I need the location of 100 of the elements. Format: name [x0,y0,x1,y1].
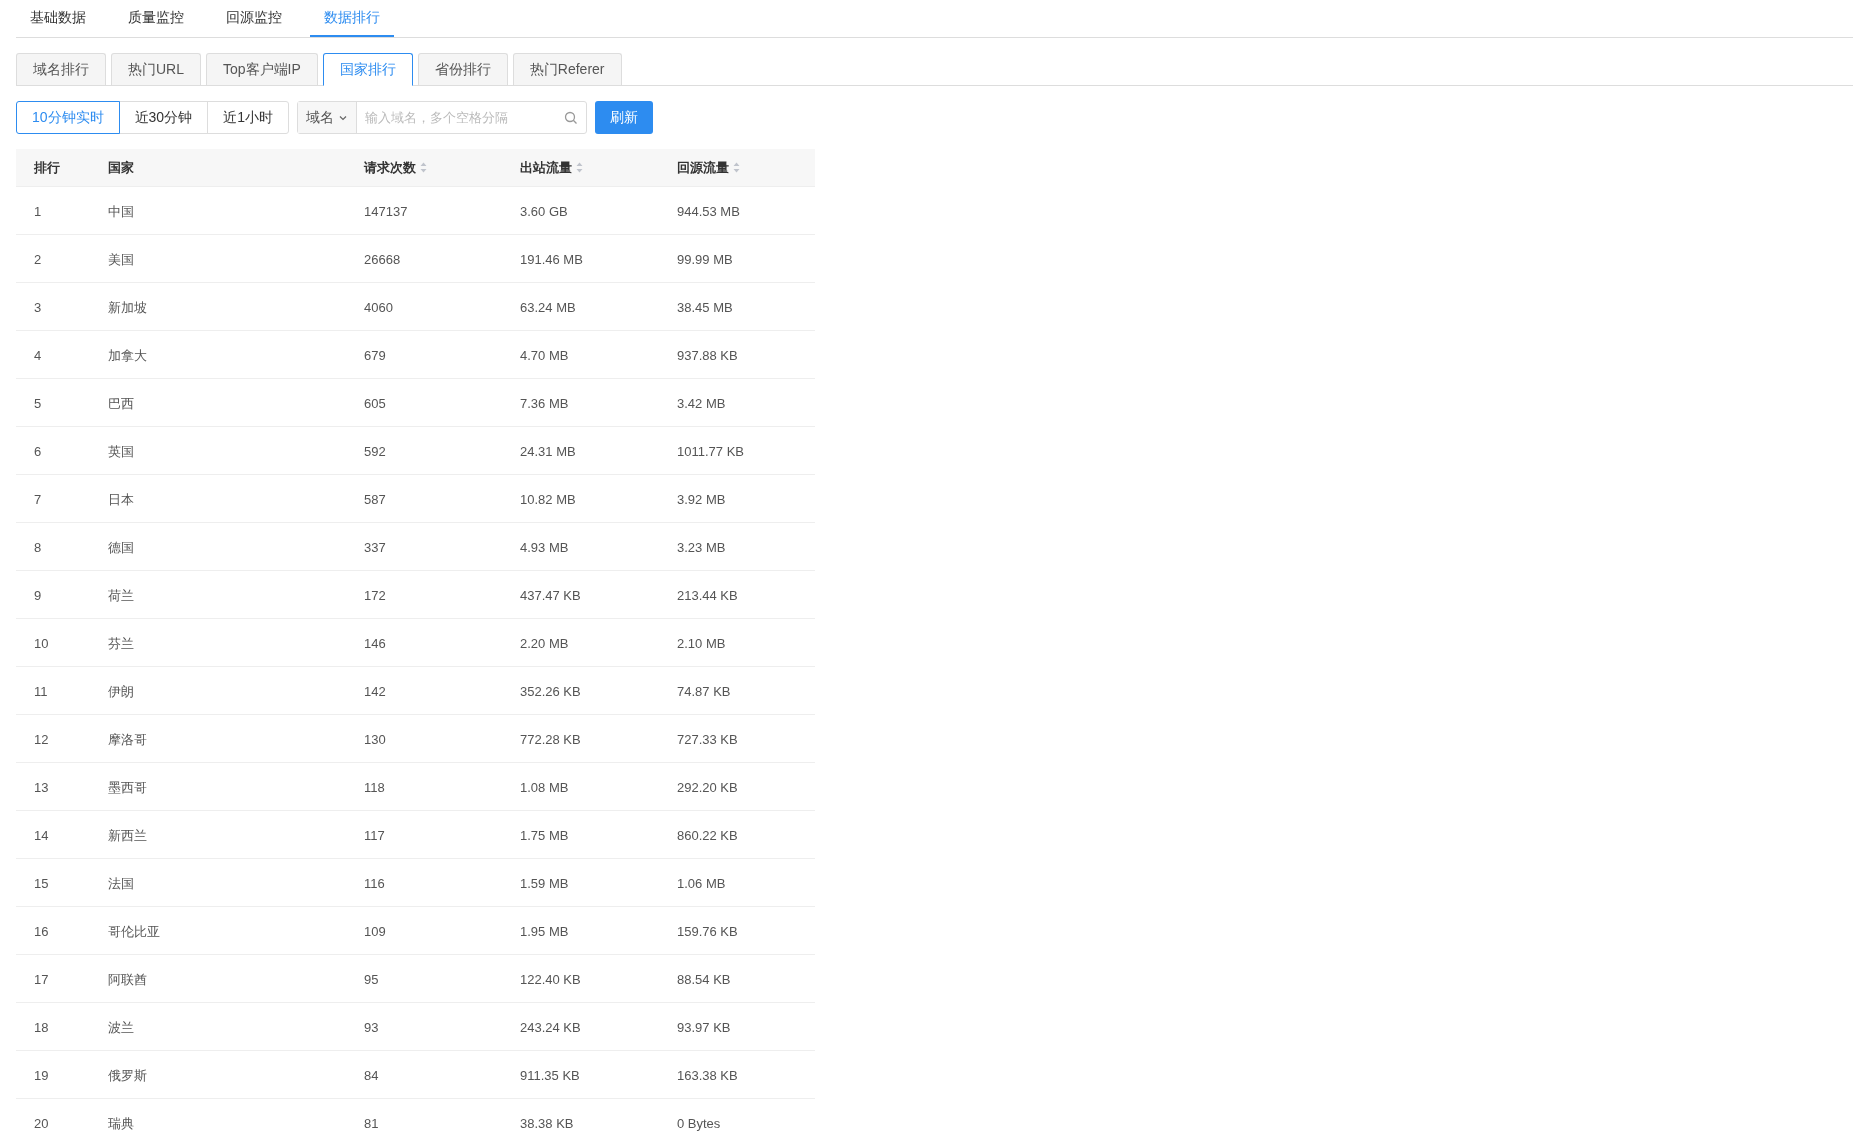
table-cell: 1.08 MB [520,779,569,795]
table-cell: 437.47 KB [520,587,581,603]
main-tab[interactable]: 回源监控 [212,0,296,37]
sort-icon[interactable] [576,162,583,173]
table-cell: 292.20 KB [677,779,738,795]
table-cell: 1.75 MB [520,827,569,843]
sub-tab[interactable]: 热门URL [111,53,201,85]
table-cell: 巴西 [108,395,134,411]
table-cell: 瑞典 [108,1115,134,1131]
table-cell: 1011.77 KB [677,443,744,459]
table-cell: 679 [364,347,386,363]
column-header[interactable]: 回源流量 [677,157,729,178]
table-cell: 937.88 KB [677,347,738,363]
table-cell: 1.95 MB [520,923,569,939]
table-cell: 荷兰 [108,587,134,603]
table-cell: 130 [364,731,386,747]
table-cell: 13 [34,779,49,795]
time-range-button[interactable]: 近30分钟 [118,101,209,134]
table-cell: 10.82 MB [520,491,576,507]
sub-tab[interactable]: 热门Referer [512,53,622,85]
filter-type-dropdown[interactable]: 域名 [297,102,357,133]
table-cell: 俄罗斯 [108,1067,147,1083]
table-cell: 3 [34,299,42,315]
table-cell: 911.35 KB [520,1067,580,1083]
table-cell: 7 [34,491,42,507]
table-cell: 99.99 MB [677,251,733,267]
table-cell: 3.92 MB [677,491,726,507]
table-cell: 18 [34,1019,49,1035]
table-cell: 美国 [108,251,134,267]
sub-tab[interactable]: 域名排行 [16,53,106,85]
table-cell: 新加坡 [108,299,147,315]
table-cell: 日本 [108,491,134,507]
table-cell: 2.20 MB [520,635,569,651]
table-cell: 118 [364,779,385,795]
table-cell: 95 [364,971,379,987]
sort-icon[interactable] [420,162,427,173]
table-cell: 0 Bytes [677,1115,721,1131]
table-cell: 4 [34,347,42,363]
column-header[interactable]: 请求次数 [364,157,416,178]
table-cell: 63.24 MB [520,299,576,315]
table-cell: 4.70 MB [520,347,569,363]
table-cell: 12 [34,731,49,747]
table-cell: 772.28 KB [520,731,581,747]
sub-tab[interactable]: 国家排行 [322,53,413,86]
sort-icon[interactable] [733,162,740,173]
table-cell: 墨西哥 [108,779,147,795]
table-cell: 1.06 MB [677,875,726,891]
table-cell: 243.24 KB [520,1019,581,1035]
time-range-button[interactable]: 近1小时 [207,101,289,134]
table-cell: 10 [34,635,49,651]
table-cell: 74.87 KB [677,683,731,699]
table-cell: 伊朗 [108,683,134,699]
table-cell: 2 [34,251,42,267]
table-cell: 587 [364,491,386,507]
table-cell: 14 [34,827,49,843]
table-cell: 26668 [364,251,401,267]
table-cell: 159.76 KB [677,923,738,939]
domain-search-field[interactable]: 域名 输入域名，多个空格分隔 [296,101,587,134]
table-cell: 147137 [364,203,408,219]
table-cell: 中国 [108,203,134,219]
time-range-button[interactable]: 10分钟实时 [16,101,120,134]
table-cell: 16 [34,923,49,939]
table-cell: 4.93 MB [520,539,569,555]
table-cell: 116 [364,875,385,891]
table-cell: 24.31 MB [520,443,576,459]
table-cell: 337 [364,539,386,555]
table-cell: 93 [364,1019,379,1035]
table-cell: 93.97 KB [677,1019,731,1035]
table-cell: 117 [364,827,385,843]
main-tab[interactable]: 质量监控 [114,0,198,37]
table-cell: 英国 [108,443,134,459]
table-cell: 阿联酋 [108,971,147,987]
table-cell: 波兰 [108,1019,134,1035]
table-cell: 38.45 MB [677,299,733,315]
table-cell: 德国 [108,539,134,555]
table-cell: 142 [364,683,386,699]
table-cell: 944.53 MB [677,203,740,219]
table-cell: 新西兰 [108,827,147,843]
sub-tab[interactable]: Top客户端IP [206,53,318,85]
table-cell: 172 [364,587,386,603]
main-tab[interactable]: 数据排行 [310,0,394,37]
table-cell: 727.33 KB [677,731,738,747]
column-header[interactable]: 出站流量 [520,157,572,178]
table-cell: 191.46 MB [520,251,583,267]
table-cell: 法国 [108,875,134,891]
table-cell: 2.10 MB [677,635,726,651]
table-cell: 88.54 KB [677,971,731,987]
table-cell: 17 [34,971,49,987]
table-cell: 1.59 MB [520,875,569,891]
sub-tab[interactable]: 省份排行 [417,53,508,85]
table-cell: 605 [364,395,386,411]
table-cell: 592 [364,443,386,459]
table-cell: 19 [34,1067,49,1083]
main-tab[interactable]: 基础数据 [16,0,100,37]
column-header: 国家 [108,158,134,177]
table-cell: 3.42 MB [677,395,726,411]
table-cell: 芬兰 [108,635,134,651]
table-cell: 9 [34,587,42,603]
table-cell: 163.38 KB [677,1067,738,1083]
table-cell: 3.23 MB [677,539,726,555]
